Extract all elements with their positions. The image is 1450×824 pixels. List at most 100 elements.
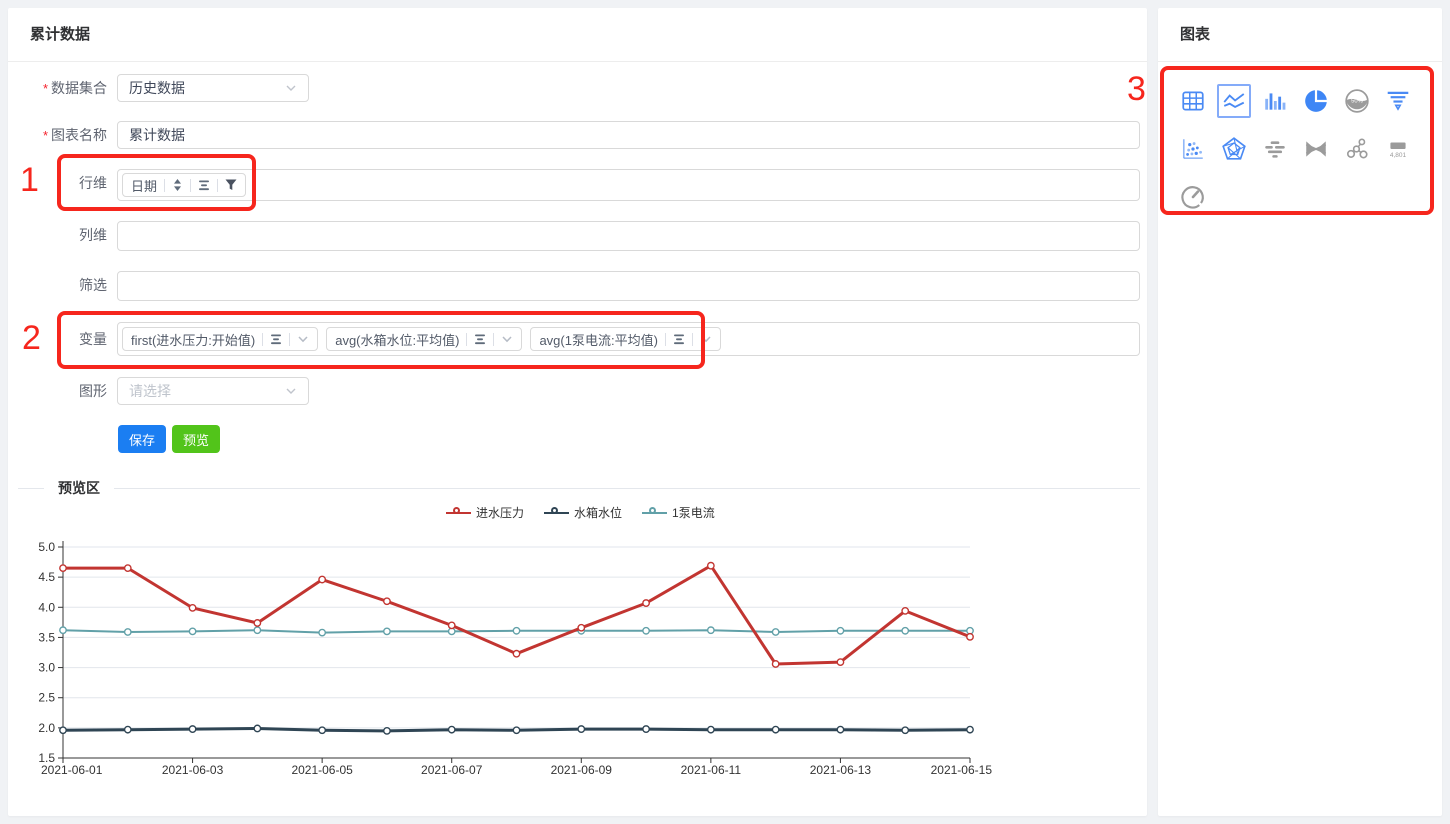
- bar-chart-icon[interactable]: [1258, 84, 1292, 118]
- data-point[interactable]: [578, 625, 584, 631]
- data-point[interactable]: [967, 726, 973, 732]
- data-point[interactable]: [513, 651, 519, 657]
- relation-graph-icon[interactable]: [1340, 132, 1374, 166]
- svg-text:5.0: 5.0: [38, 540, 55, 554]
- svg-text:50%: 50%: [1351, 99, 1363, 105]
- data-point[interactable]: [513, 727, 519, 733]
- legend-item[interactable]: 进水压力: [446, 504, 524, 521]
- form-row-filter: 筛选: [8, 271, 1140, 301]
- legend-item[interactable]: 水箱水位: [544, 504, 622, 521]
- aggregate-icon[interactable]: [474, 334, 486, 345]
- line-chart-icon[interactable]: [1217, 84, 1251, 118]
- data-point[interactable]: [449, 622, 455, 628]
- svg-text:3.0: 3.0: [38, 661, 55, 675]
- data-point[interactable]: [189, 628, 195, 634]
- variable-tag[interactable]: avg(水箱水位:平均值): [326, 327, 522, 351]
- aggregate-icon[interactable]: [270, 334, 282, 345]
- legend-marker-icon: [446, 512, 471, 514]
- data-point[interactable]: [319, 727, 325, 733]
- radar-chart-icon[interactable]: [1217, 132, 1251, 166]
- data-point[interactable]: [384, 628, 390, 634]
- data-point[interactable]: [125, 565, 131, 571]
- data-point[interactable]: [837, 659, 843, 665]
- svg-text:2.5: 2.5: [38, 691, 55, 705]
- data-point[interactable]: [902, 608, 908, 614]
- data-point[interactable]: [708, 726, 714, 732]
- data-point[interactable]: [772, 629, 778, 635]
- graphic-label: 图形: [8, 377, 107, 405]
- svg-text:2021-06-05: 2021-06-05: [291, 763, 353, 777]
- aggregate-icon[interactable]: [673, 334, 685, 345]
- variable-tag[interactable]: avg(1泵电流:平均值): [530, 327, 720, 351]
- form-row-graphic: 图形 请选择: [8, 377, 309, 405]
- data-point[interactable]: [254, 627, 260, 633]
- table-chart-icon[interactable]: [1176, 84, 1210, 118]
- data-point[interactable]: [319, 629, 325, 635]
- data-point[interactable]: [837, 726, 843, 732]
- chevron-down-icon[interactable]: [501, 333, 513, 345]
- svg-text:4,801: 4,801: [1389, 152, 1406, 159]
- chart-name-input[interactable]: 累计数据: [117, 121, 1140, 149]
- preview-button[interactable]: 预览: [172, 425, 220, 453]
- svg-text:2021-06-07: 2021-06-07: [421, 763, 483, 777]
- data-point[interactable]: [384, 728, 390, 734]
- scatter-chart-icon[interactable]: [1176, 132, 1210, 166]
- data-point[interactable]: [708, 562, 714, 568]
- data-point[interactable]: [449, 726, 455, 732]
- heatmap-chart-icon[interactable]: [1258, 132, 1292, 166]
- row-dim-input[interactable]: 日期: [117, 169, 1140, 201]
- data-point[interactable]: [60, 627, 66, 633]
- data-point[interactable]: [125, 726, 131, 732]
- filter-input[interactable]: [117, 271, 1140, 301]
- sankey-chart-icon[interactable]: [1299, 132, 1333, 166]
- graphic-select[interactable]: 请选择: [117, 377, 309, 405]
- pie-chart-icon[interactable]: [1299, 84, 1333, 118]
- svg-text:2021-06-03: 2021-06-03: [162, 763, 224, 777]
- chart-config-panel: 累计数据 *数据集合 历史数据 *图表名称 累计数据 行维 日期: [8, 8, 1147, 816]
- data-point[interactable]: [125, 629, 131, 635]
- annotation-number-1: 1: [20, 163, 39, 197]
- dimension-tag[interactable]: 日期: [122, 173, 246, 197]
- filter-icon[interactable]: [225, 179, 237, 191]
- variables-input[interactable]: first(进水压力:开始值) avg(水箱水位:平均值) avg(1泵电流:平均值…: [117, 322, 1140, 356]
- data-point[interactable]: [967, 634, 973, 640]
- sort-icon[interactable]: [172, 179, 183, 191]
- data-point[interactable]: [578, 726, 584, 732]
- panel-title: 累计数据: [8, 8, 1147, 62]
- data-point[interactable]: [319, 576, 325, 582]
- data-point[interactable]: [384, 598, 390, 604]
- data-point[interactable]: [643, 628, 649, 634]
- variable-tag[interactable]: first(进水压力:开始值): [122, 327, 318, 351]
- form-row-variables: 变量 first(进水压力:开始值)avg(水箱水位:平均值)avg(1泵电流:…: [8, 322, 1140, 356]
- data-point[interactable]: [254, 725, 260, 731]
- funnel-chart-icon[interactable]: [1381, 84, 1415, 118]
- data-point[interactable]: [772, 661, 778, 667]
- svg-text:4.5: 4.5: [38, 570, 55, 584]
- gauge-chart-icon[interactable]: [1176, 180, 1210, 214]
- data-point[interactable]: [189, 605, 195, 611]
- kpi-card-icon[interactable]: 4,801: [1381, 132, 1415, 166]
- data-point[interactable]: [189, 726, 195, 732]
- dataset-select[interactable]: 历史数据: [117, 74, 309, 102]
- data-point[interactable]: [837, 628, 843, 634]
- data-point[interactable]: [708, 627, 714, 633]
- col-dim-input[interactable]: [117, 221, 1140, 251]
- legend-item[interactable]: 1泵电流: [642, 504, 715, 521]
- data-point[interactable]: [254, 620, 260, 626]
- data-point[interactable]: [902, 727, 908, 733]
- liquid-fill-chart-icon[interactable]: 50%: [1340, 84, 1374, 118]
- svg-text:3.5: 3.5: [38, 630, 55, 644]
- data-point[interactable]: [513, 628, 519, 634]
- save-button[interactable]: 保存: [118, 425, 166, 453]
- aggregate-icon[interactable]: [198, 180, 210, 191]
- data-point[interactable]: [643, 726, 649, 732]
- chevron-down-icon[interactable]: [700, 333, 712, 345]
- data-point[interactable]: [60, 565, 66, 571]
- data-point[interactable]: [60, 727, 66, 733]
- data-point[interactable]: [902, 628, 908, 634]
- data-point[interactable]: [772, 726, 778, 732]
- data-point[interactable]: [643, 600, 649, 606]
- legend-marker-icon: [642, 512, 667, 514]
- form-row-row-dim: 行维 日期: [8, 169, 1140, 201]
- chevron-down-icon[interactable]: [297, 333, 309, 345]
